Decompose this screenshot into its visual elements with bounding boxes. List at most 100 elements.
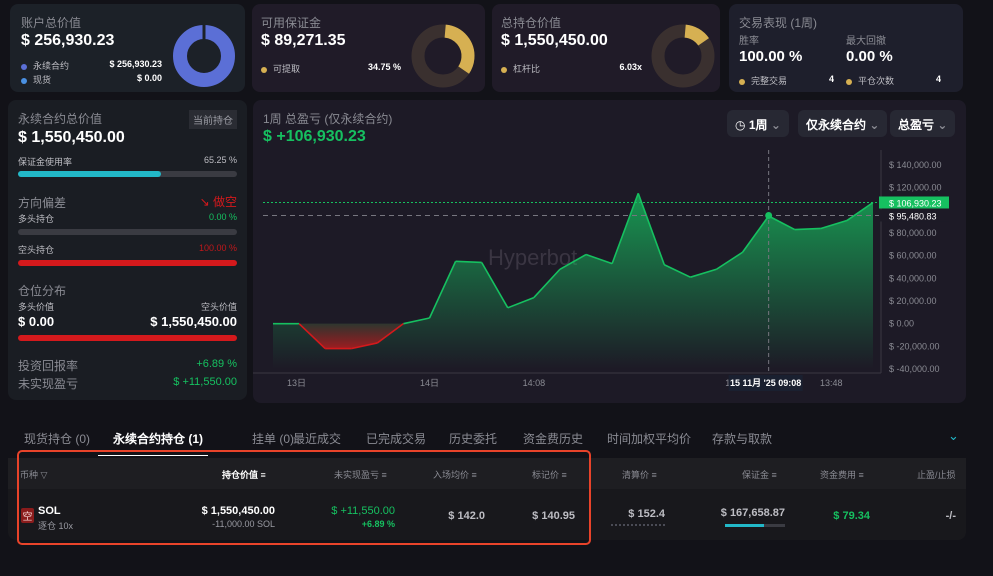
trend-down-icon: ↘ — [199, 195, 213, 209]
tab-8[interactable]: 存款与取款 — [712, 430, 772, 447]
margin-value: $ 167,658.87 — [720, 507, 785, 519]
margin-ratio-bar — [725, 524, 785, 527]
current-position-badge[interactable]: 当前持仓 — [189, 110, 237, 129]
x-tick-label: 13:48 — [820, 378, 843, 388]
line-segment — [794, 227, 821, 231]
liq-distance-indicator — [611, 524, 665, 526]
y-tick-label: $ 140,000.00 — [889, 160, 942, 170]
y-tick-label: $ -20,000.00 — [889, 341, 940, 351]
panel-title: 永续合约总价值 — [18, 112, 103, 126]
perp-summary-panel: 永续合约总价值 当前持仓 $ 1,550,450.00 保证金使用率 65.25… — [8, 100, 247, 400]
crosshair-date-label: 15 11月 '25 09:08 — [730, 378, 801, 388]
account-value: $ 256,930.23 — [21, 32, 115, 49]
col-margin[interactable]: 保证金 ≡ — [742, 468, 777, 481]
margin-donut-chart — [411, 24, 475, 88]
available-margin-card: 可用保证金 $ 89,271.35 可提取 34.75 % — [252, 4, 485, 92]
legend-perp: 永续合约 — [21, 59, 69, 72]
y-tick-label: $ 40,000.00 — [889, 273, 937, 283]
long-pct: 0.00 % — [208, 212, 237, 222]
y-tick-label: $ 120,000.00 — [889, 183, 942, 193]
long-value: $ 0.00 — [18, 314, 55, 329]
margin-usage-label: 保证金使用率 — [18, 157, 73, 167]
col-liq[interactable]: 清算价 ≡ — [622, 468, 657, 481]
tab-3[interactable]: 最近成交 — [293, 430, 341, 447]
position-value: $ 1,550,450.00 — [501, 32, 608, 49]
line-segment — [455, 260, 482, 264]
position-value-card: 总持仓价值 $ 1,550,450.00 杠杆比 6.03x — [492, 4, 720, 92]
tab-4[interactable]: 已完成交易 — [366, 430, 426, 447]
y-tick-label: $ -40,000.00 — [889, 364, 940, 374]
short-value-label: 空头价值 — [200, 302, 237, 312]
legend-leverage: 杠杆比 — [501, 62, 540, 75]
crosshair-point — [765, 211, 773, 219]
margin-usage-bar — [18, 171, 237, 177]
pnl-area-chart[interactable]: $ 140,000.00 $ 120,000.00 $ 80,000.00 $ 60,… — [253, 100, 966, 403]
distribution-bar — [18, 335, 237, 341]
sort-icon: ≡ — [771, 470, 777, 480]
x-tick-label: 13日 — [287, 378, 306, 388]
max-drawdown-label: 最大回撤 — [846, 36, 886, 47]
distribution-label: 仓位分布 — [18, 284, 67, 298]
col-funding[interactable]: 资金费用 ≡ — [820, 468, 864, 481]
account-value-card: 账户总价值 $ 256,930.23 永续合约 $ 256,930.23 现货 … — [10, 4, 245, 92]
tpsl-value[interactable]: -/- — [946, 510, 956, 522]
perp-value: $ 256,930.23 — [109, 59, 162, 69]
y-tick-label: $ 80,000.00 — [889, 228, 937, 238]
tab-6[interactable]: 资金费历史 — [523, 430, 583, 447]
card-title: 交易表现 (1周) — [739, 16, 818, 30]
crosshair-value-label: $ 95,480.83 — [889, 211, 937, 221]
upnl-label: 未实现盈亏 — [18, 377, 79, 391]
liq-price: $ 152.4 — [628, 508, 665, 520]
roi-label: 投资回报率 — [18, 359, 79, 373]
upnl-value: $ +11,550.00 — [173, 376, 237, 388]
pnl-chart-panel: 1周 总盈亏 (仅永续合约) $ +106,930.23 ◷ 1周 ⌄ 仅永续合… — [253, 100, 966, 403]
long-label: 多头持仓 — [18, 214, 55, 224]
perp-total-value: $ 1,550,450.00 — [18, 129, 125, 146]
short-value: $ 1,550,450.00 — [150, 314, 237, 329]
y-tick-label: $ 0.00 — [889, 319, 914, 329]
sort-icon: ≡ — [651, 470, 657, 480]
col-tpsl: 止盈/止损 — [917, 470, 956, 480]
current-value-label: $ 106,930.23 — [889, 198, 942, 208]
y-tick-label: $ 20,000.00 — [889, 296, 937, 306]
trades-count: 4 — [829, 74, 835, 84]
long-value-label: 多头价值 — [18, 302, 55, 312]
account-donut-chart — [173, 25, 235, 87]
tab-5[interactable]: 历史委托 — [449, 430, 497, 447]
y-tick-label: $ 60,000.00 — [889, 251, 937, 261]
sort-icon: ≡ — [858, 470, 864, 480]
close-count: 4 — [936, 74, 942, 84]
margin-usage-value: 65.25 % — [203, 155, 237, 165]
tab-1[interactable]: 永续合约持仓 (1) — [113, 430, 203, 447]
win-rate: 100.00 % — [739, 48, 803, 65]
leverage-donut-chart — [651, 24, 715, 88]
spot-value: $ 0.00 — [136, 73, 162, 83]
legend-trades: 完整交易 — [739, 74, 787, 87]
card-title: 可用保证金 — [261, 16, 322, 30]
funding-fee: $ 79.34 — [833, 510, 870, 522]
win-rate-label: 胜率 — [739, 36, 759, 47]
short-bar — [18, 260, 237, 266]
legend-withdrawable: 可提取 — [261, 62, 300, 75]
max-drawdown: 0.00 % — [846, 48, 893, 65]
x-tick-label: 14日 — [420, 378, 439, 388]
withdrawable-pct: 34.75 % — [367, 62, 401, 72]
card-title: 总持仓价值 — [501, 16, 562, 30]
tab-7[interactable]: 时间加权平均价 — [607, 430, 691, 447]
tab-0[interactable]: 现货持仓 (0) — [24, 430, 90, 447]
legend-closes: 平仓次数 — [846, 74, 894, 87]
highlight-box — [17, 450, 591, 545]
direction-bias-label: 方向偏差 — [18, 196, 67, 210]
legend-spot: 现货 — [21, 73, 51, 86]
short-label: 空头持仓 — [18, 245, 55, 255]
trading-performance-card: 交易表现 (1周) 胜率 100.00 % 最大回撤 0.00 % 完整交易 4… — [729, 4, 963, 92]
collapse-chevron-icon[interactable]: ⌄ — [948, 428, 959, 444]
margin-value: $ 89,271.35 — [261, 32, 346, 49]
x-tick-label: 14:08 — [523, 378, 546, 388]
card-title: 账户总价值 — [21, 16, 82, 30]
long-bar — [18, 229, 237, 235]
roi-value: +6.89 % — [196, 358, 237, 370]
direction-bias: ↘ 做空 — [199, 195, 237, 209]
short-pct: 100.00 % — [198, 243, 237, 253]
tab-2[interactable]: 挂单 (0) — [252, 430, 294, 447]
